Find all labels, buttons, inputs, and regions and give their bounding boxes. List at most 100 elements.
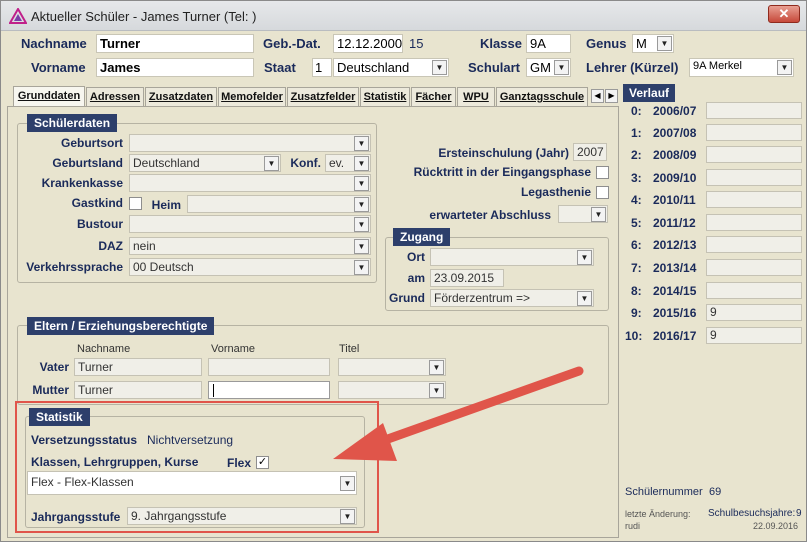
verlauf-field[interactable]: [706, 169, 802, 186]
verlauf-year: 2013/14: [653, 261, 697, 275]
tab-zusatzdaten[interactable]: Zusatzdaten: [145, 87, 217, 107]
bustour-select[interactable]: ▼: [129, 215, 371, 233]
mutter-label: Mutter: [32, 383, 69, 397]
chevron-left-icon[interactable]: ◀: [591, 89, 604, 103]
chevron-down-icon[interactable]: ▼: [657, 36, 672, 51]
verlauf-field[interactable]: [706, 191, 802, 208]
chevron-right-icon[interactable]: ▶: [605, 89, 618, 103]
verlauf-year: 2016/17: [653, 329, 697, 343]
chevron-down-icon[interactable]: ▼: [354, 156, 369, 171]
geburtsort-select[interactable]: ▼: [129, 134, 371, 152]
verlauf-field[interactable]: [706, 102, 802, 119]
daz-select[interactable]: nein ▼: [129, 237, 371, 255]
verlauf-field[interactable]: 9: [706, 304, 802, 321]
chevron-down-icon[interactable]: ▼: [354, 239, 369, 254]
konf-select[interactable]: ev. ▼: [325, 154, 371, 172]
geburtsland-select[interactable]: Deutschland ▼: [129, 154, 281, 172]
krankenkasse-select[interactable]: ▼: [129, 174, 371, 192]
tab-memofelder[interactable]: Memofelder: [218, 87, 286, 107]
daz-value: nein: [133, 239, 156, 253]
chevron-down-icon[interactable]: ▼: [354, 197, 369, 212]
staat-num-select[interactable]: 1: [312, 58, 332, 77]
lehrer-select[interactable]: 9A Merkel ▼: [689, 58, 794, 77]
einschulung-field[interactable]: 2007: [573, 143, 607, 161]
mutter-vorname-field[interactable]: [208, 381, 330, 399]
chevron-down-icon[interactable]: ▼: [591, 207, 606, 222]
verlauf-field[interactable]: [706, 146, 802, 163]
klasse-label: Klasse: [480, 36, 522, 51]
genus-select[interactable]: M ▼: [632, 34, 674, 53]
zugang-title: Zugang: [393, 228, 451, 246]
chevron-down-icon[interactable]: ▼: [577, 250, 592, 265]
staat-value: Deutschland: [337, 60, 410, 75]
abschluss-select[interactable]: ▼: [558, 205, 608, 223]
klasse-field[interactable]: 9A: [526, 34, 571, 53]
ruecktritt-checkbox[interactable]: [596, 166, 609, 179]
schuelernummer-value: 69: [709, 486, 722, 498]
tab-ganztagsschule[interactable]: Ganztagsschule: [496, 87, 588, 107]
tab-statistik[interactable]: Statistik: [360, 87, 410, 107]
verlauf-year: 2015/16: [653, 306, 697, 320]
staat-label: Staat: [264, 60, 296, 75]
close-button[interactable]: ✕: [768, 5, 800, 23]
ruecktritt-label: Rücktritt in der Eingangsphase: [413, 165, 591, 179]
gastkind-checkbox[interactable]: [129, 197, 142, 210]
chevron-down-icon[interactable]: ▼: [777, 60, 792, 75]
nachname-label: Nachname: [21, 36, 87, 51]
vorname-field[interactable]: James: [96, 58, 254, 77]
gebdat-field[interactable]: 12.12.2000: [333, 34, 403, 53]
arrow-annotation-icon: [333, 366, 584, 461]
vater-vorname-field[interactable]: [208, 358, 330, 376]
verlauf-field[interactable]: [706, 236, 802, 253]
zugang-grund-select[interactable]: Förderzentrum => ▼: [430, 289, 594, 307]
schulart-value: GM: [530, 60, 551, 75]
verlauf-year: 2007/08: [653, 126, 697, 140]
mutter-nachname-field[interactable]: Turner: [74, 381, 202, 399]
chevron-down-icon[interactable]: ▼: [432, 60, 447, 75]
bustour-label: Bustour: [77, 217, 123, 231]
legasthenie-checkbox[interactable]: [596, 186, 609, 199]
chevron-down-icon[interactable]: ▼: [354, 217, 369, 232]
gastkind-label: Gastkind: [71, 196, 123, 210]
chevron-down-icon[interactable]: ▼: [577, 291, 592, 306]
staat-num-value: 1: [315, 60, 323, 75]
tab-grunddaten[interactable]: Grunddaten: [13, 86, 85, 107]
chevron-down-icon[interactable]: ▼: [354, 260, 369, 275]
verlauf-idx: 10:: [625, 329, 643, 343]
zugang-am-field[interactable]: 23.09.2015: [430, 269, 504, 287]
chevron-down-icon[interactable]: ▼: [354, 136, 369, 151]
tab-adressen[interactable]: Adressen: [86, 87, 144, 107]
chevron-down-icon[interactable]: ▼: [354, 176, 369, 191]
staat-select[interactable]: Deutschland ▼: [333, 58, 449, 77]
daz-label: DAZ: [98, 239, 123, 253]
verlauf-field[interactable]: [706, 124, 802, 141]
krankenkasse-label: Krankenkasse: [41, 176, 123, 190]
tab-wpu[interactable]: WPU: [457, 87, 495, 107]
verlauf-year: 2014/15: [653, 284, 697, 298]
heim-select[interactable]: ▼: [187, 195, 371, 213]
verlauf-field[interactable]: 9: [706, 327, 802, 344]
besuchsjahre-value: 9: [796, 508, 802, 519]
verlauf-field[interactable]: [706, 214, 802, 231]
zugang-grund-label: Grund: [389, 291, 425, 305]
zugang-ort-select[interactable]: ▼: [430, 248, 594, 266]
col-titel: Titel: [339, 343, 360, 355]
verlauf-field[interactable]: [706, 282, 802, 299]
schulart-select[interactable]: GM ▼: [526, 58, 571, 77]
verlauf-year: 2008/09: [653, 148, 697, 162]
verkehrssprache-select[interactable]: 00 Deutsch ▼: [129, 258, 371, 276]
nachname-field[interactable]: Turner: [96, 34, 254, 53]
schulart-label: Schulart: [468, 60, 521, 75]
vater-nachname-field[interactable]: Turner: [74, 358, 202, 376]
chevron-down-icon[interactable]: ▼: [264, 156, 279, 171]
abschluss-label: erwarteter Abschluss: [429, 208, 551, 222]
lehrer-value: 9A Merkel: [693, 60, 742, 72]
chevron-down-icon[interactable]: ▼: [554, 60, 569, 75]
verlauf-idx: 2:: [631, 148, 642, 162]
verlauf-idx: 3:: [631, 171, 642, 185]
verlauf-field[interactable]: [706, 259, 802, 276]
verlauf-year: 2012/13: [653, 238, 697, 252]
tab-faecher[interactable]: Fächer: [411, 87, 456, 107]
window-title: Aktueller Schüler - James Turner (Tel: ): [31, 9, 257, 24]
tab-zusatzfelder[interactable]: Zusatzfelder: [287, 87, 359, 107]
